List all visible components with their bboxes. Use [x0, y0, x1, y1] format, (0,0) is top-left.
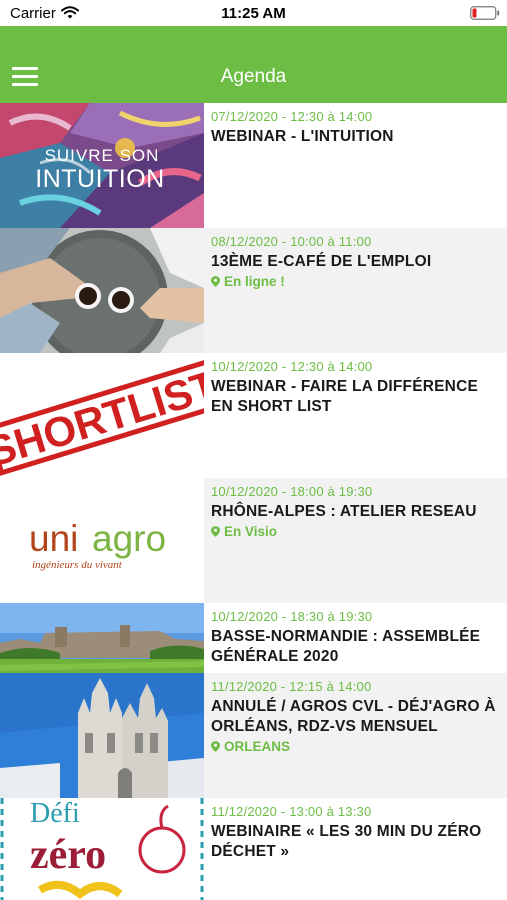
event-location-label: ORLEANS	[224, 739, 291, 754]
event-title: ANNULÉ / AGROS CVL - DÉJ'AGRO À ORLÉANS,…	[211, 698, 496, 735]
event-date: 10/12/2020 - 18:00 à 19:30	[211, 484, 373, 499]
svg-text:agro: agro	[92, 518, 166, 559]
event-image-uniagro-logo: uni agro ingénieurs du vivant	[0, 478, 204, 603]
event-date: 11/12/2020 - 12:15 à 14:00	[211, 679, 372, 694]
location-pin-icon	[211, 526, 220, 537]
event-date: 10/12/2020 - 18:30 à 19:30	[211, 609, 373, 624]
location-pin-icon	[211, 276, 220, 287]
svg-text:zéro: zéro	[30, 832, 106, 878]
event-title: BASSE-NORMANDIE : ASSEMBLÉE GÉNÉRALE 202…	[211, 628, 481, 665]
event-title: WEBINAR - L'INTUITION	[211, 128, 394, 145]
status-bar: Carrier 11:25 AM	[0, 0, 507, 26]
battery-icon	[470, 6, 500, 25]
event-image-intuition: SUIVRE SON INTUITION	[0, 103, 204, 228]
event-image-shortlist: SHORTLIST	[0, 353, 204, 478]
image-text-line1: SUIVRE SON	[45, 146, 160, 165]
location-pin-icon	[211, 741, 220, 752]
image-text-line2: INTUITION	[35, 165, 165, 193]
event-title: 13ÈME E-CAFÉ DE L'EMPLOI	[211, 253, 432, 270]
event-item[interactable]: 08/12/2020 - 10:00 à 11:00 13ÈME E-CAFÉ …	[0, 228, 507, 353]
event-title: WEBINAIRE « LES 30 MIN DU ZÉRO DÉCHET »	[211, 823, 482, 860]
event-item[interactable]: 11/12/2020 - 12:15 à 14:00 ANNULÉ / AGRO…	[0, 673, 507, 798]
event-image-cathedral	[0, 673, 204, 798]
event-date: 08/12/2020 - 10:00 à 11:00	[211, 234, 372, 249]
nav-bar: Agenda	[0, 26, 507, 103]
event-location: ORLEANS	[211, 739, 501, 755]
event-image-castle	[0, 603, 204, 673]
event-date: 07/12/2020 - 12:30 à 14:00	[211, 109, 373, 124]
event-image-defi-zero: Défi zéro	[0, 798, 204, 900]
svg-text:ingénieurs du vivant: ingénieurs du vivant	[32, 559, 123, 571]
event-item[interactable]: SHORTLIST 10/12/2020 - 12:30 à 14:00 WEB…	[0, 353, 507, 478]
event-location: En Visio	[211, 524, 501, 540]
event-date: 11/12/2020 - 13:00 à 13:30	[211, 804, 372, 819]
page-title: Agenda	[220, 66, 287, 87]
svg-text:Défi: Défi	[30, 798, 80, 829]
event-item[interactable]: Défi zéro 11/12/2020 - 13:00 à 13:30 WEB…	[0, 798, 507, 900]
event-location: En ligne !	[211, 274, 501, 290]
event-list[interactable]: SUIVRE SON INTUITION 07/12/2020 - 12:30 …	[0, 103, 507, 900]
svg-text:uni: uni	[29, 518, 78, 559]
event-location-label: En ligne !	[224, 274, 285, 289]
clock: 11:25 AM	[221, 5, 286, 22]
event-title: RHÔNE-ALPES : ATELIER RESEAU	[211, 503, 477, 520]
event-item[interactable]: 10/12/2020 - 18:30 à 19:30 BASSE-NORMAND…	[0, 603, 507, 673]
event-image-coffee	[0, 228, 204, 353]
event-date: 10/12/2020 - 12:30 à 14:00	[211, 359, 373, 374]
event-title: WEBINAR - FAIRE LA DIFFÉRENCE EN SHORT L…	[211, 378, 478, 415]
event-location-label: En Visio	[224, 524, 278, 539]
event-item[interactable]: uni agro ingénieurs du vivant 10/12/2020…	[0, 478, 507, 603]
event-item[interactable]: SUIVRE SON INTUITION 07/12/2020 - 12:30 …	[0, 103, 507, 228]
